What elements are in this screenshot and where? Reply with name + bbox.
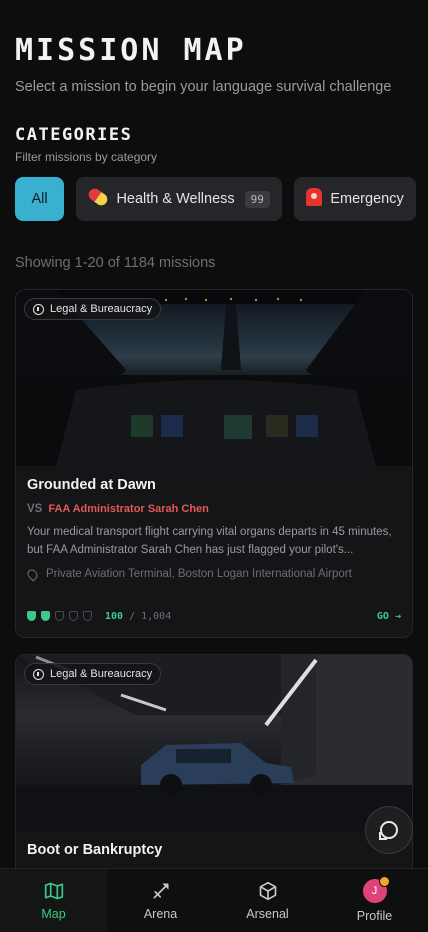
- tab-label: Arsenal: [246, 906, 289, 921]
- chip-all[interactable]: All: [15, 177, 64, 221]
- shield-icon: [41, 611, 50, 621]
- page-title: MISSION MAP: [15, 33, 247, 68]
- tag-label: Legal & Bureaucracy: [50, 303, 153, 315]
- avatar: J: [362, 875, 390, 903]
- mission-title: Boot or Bankruptcy: [27, 842, 163, 858]
- mission-footer: 100 / 1,004 GO →: [27, 608, 401, 624]
- chat-bubble-icon: [379, 821, 398, 840]
- mission-image: Legal & Bureaucracy: [16, 290, 412, 466]
- category-chips: All Health & Wellness 99 Emergency: [15, 177, 428, 221]
- tag-label: Legal & Bureaucracy: [50, 668, 153, 680]
- shield-icon: [69, 611, 78, 621]
- chip-emergency[interactable]: Emergency: [294, 177, 416, 221]
- mission-description: Your medical transport flight carrying v…: [27, 526, 392, 556]
- bottom-tab-bar: Map Arena Arsenal J Profile: [0, 868, 428, 932]
- opponent-name: FAA Administrator Sarah Chen: [48, 503, 209, 515]
- chip-label: Emergency: [330, 191, 404, 207]
- tab-label: Profile: [356, 908, 393, 923]
- tab-arena[interactable]: Arena: [107, 869, 214, 932]
- location-text: Private Aviation Terminal, Boston Logan …: [46, 568, 352, 580]
- tab-map[interactable]: Map: [0, 869, 107, 932]
- chip-label: All: [31, 191, 48, 207]
- tab-arsenal[interactable]: Arsenal: [214, 869, 321, 932]
- shield-icon: [83, 611, 92, 621]
- vs-label: VS: [27, 503, 43, 515]
- chip-health-wellness[interactable]: Health & Wellness 99: [76, 177, 282, 221]
- tab-label: Arena: [143, 906, 178, 921]
- page-subtitle: Select a mission to begin your language …: [15, 79, 392, 95]
- mission-score: 100 / 1,004: [105, 610, 172, 622]
- info-icon: [33, 303, 44, 315]
- category-tag: Legal & Bureaucracy: [24, 663, 162, 685]
- opponent-line: VS FAA Administrator Sarah Chen: [27, 503, 401, 515]
- tab-label: Map: [41, 906, 66, 921]
- info-icon: [33, 668, 44, 680]
- box-icon: [259, 881, 276, 900]
- shield-icon: [27, 611, 36, 621]
- shield-icon: [55, 611, 64, 621]
- tab-profile[interactable]: J Profile: [321, 869, 428, 932]
- category-tag: Legal & Bureaucracy: [24, 298, 162, 320]
- categories-subtitle: Filter missions by category: [15, 150, 158, 164]
- mission-title: Grounded at Dawn: [27, 477, 156, 493]
- map-icon: [44, 882, 63, 899]
- results-count: Showing 1-20 of 1184 missions: [15, 255, 216, 271]
- location-pin-icon: [25, 566, 40, 582]
- mission-card[interactable]: Legal & Bureaucracy Grounded at Dawn VS F…: [15, 289, 413, 638]
- mission-location: Private Aviation Terminal, Boston Logan …: [25, 566, 401, 582]
- chip-count: 99: [244, 190, 270, 208]
- siren-icon: [306, 188, 323, 210]
- sword-icon: [153, 883, 168, 898]
- mission-map-screen: MISSION MAP Select a mission to begin yo…: [0, 0, 428, 932]
- pill-icon: [86, 186, 111, 208]
- categories-title: CATEGORIES: [15, 125, 133, 145]
- chat-button[interactable]: [365, 806, 413, 854]
- mission-image: Legal & Bureaucracy: [16, 655, 412, 831]
- chip-label: Health & Wellness: [116, 191, 235, 207]
- go-button[interactable]: GO →: [377, 611, 401, 622]
